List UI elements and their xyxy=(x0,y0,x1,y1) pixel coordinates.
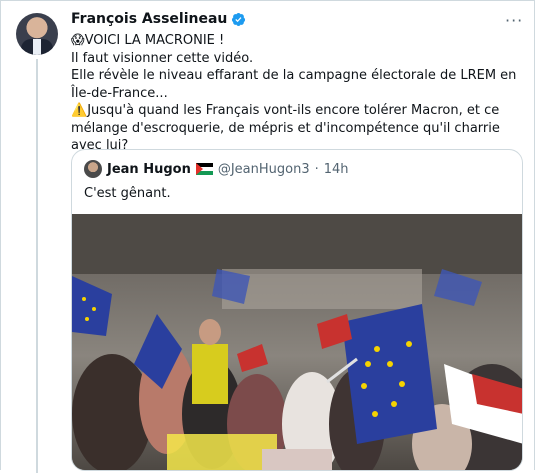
quoted-tweet-header: Jean Hugon @JeanHugon3 · 14h xyxy=(84,160,349,178)
quoted-author-name[interactable]: Jean Hugon xyxy=(107,162,191,177)
quoted-author-handle[interactable]: @JeanHugon3 xyxy=(218,162,310,177)
tweet-line-4: Jusqu'à quand les Français vont-ils enco… xyxy=(71,103,505,153)
quoted-author-avatar[interactable] xyxy=(84,160,102,178)
tweet-card[interactable]: François Asselineau ··· 😱VOICI LA MACRON… xyxy=(0,0,535,473)
tweet-line-1: VOICI LA MACRONIE ! xyxy=(84,33,225,48)
tweet-line-3: Elle révèle le niveau effarant de la cam… xyxy=(71,68,521,101)
thread-line xyxy=(36,59,38,473)
warning-emoji: ⚠️ xyxy=(71,103,88,118)
author-avatar[interactable] xyxy=(16,13,58,55)
tweet-body: 😱VOICI LA MACRONIE ! Il faut visionner c… xyxy=(71,32,526,155)
palestine-flag-icon xyxy=(195,163,213,175)
author-name[interactable]: François Asselineau xyxy=(71,11,227,27)
separator-dot: · xyxy=(314,161,319,177)
tweet-line-2: Il faut visionner cette vidéo. xyxy=(71,50,254,66)
scream-emoji: 😱 xyxy=(71,33,85,48)
quoted-tweet[interactable]: Jean Hugon @JeanHugon3 · 14h C'est gênan… xyxy=(71,149,523,471)
tweet-header: François Asselineau xyxy=(71,11,246,27)
video-scene-image xyxy=(72,214,522,470)
verified-badge-icon xyxy=(232,12,246,26)
video-thumbnail[interactable] xyxy=(72,214,522,470)
more-options-icon[interactable]: ··· xyxy=(505,11,523,30)
quoted-timestamp[interactable]: 14h xyxy=(324,162,349,177)
quoted-tweet-text: C'est gênant. xyxy=(84,186,171,201)
